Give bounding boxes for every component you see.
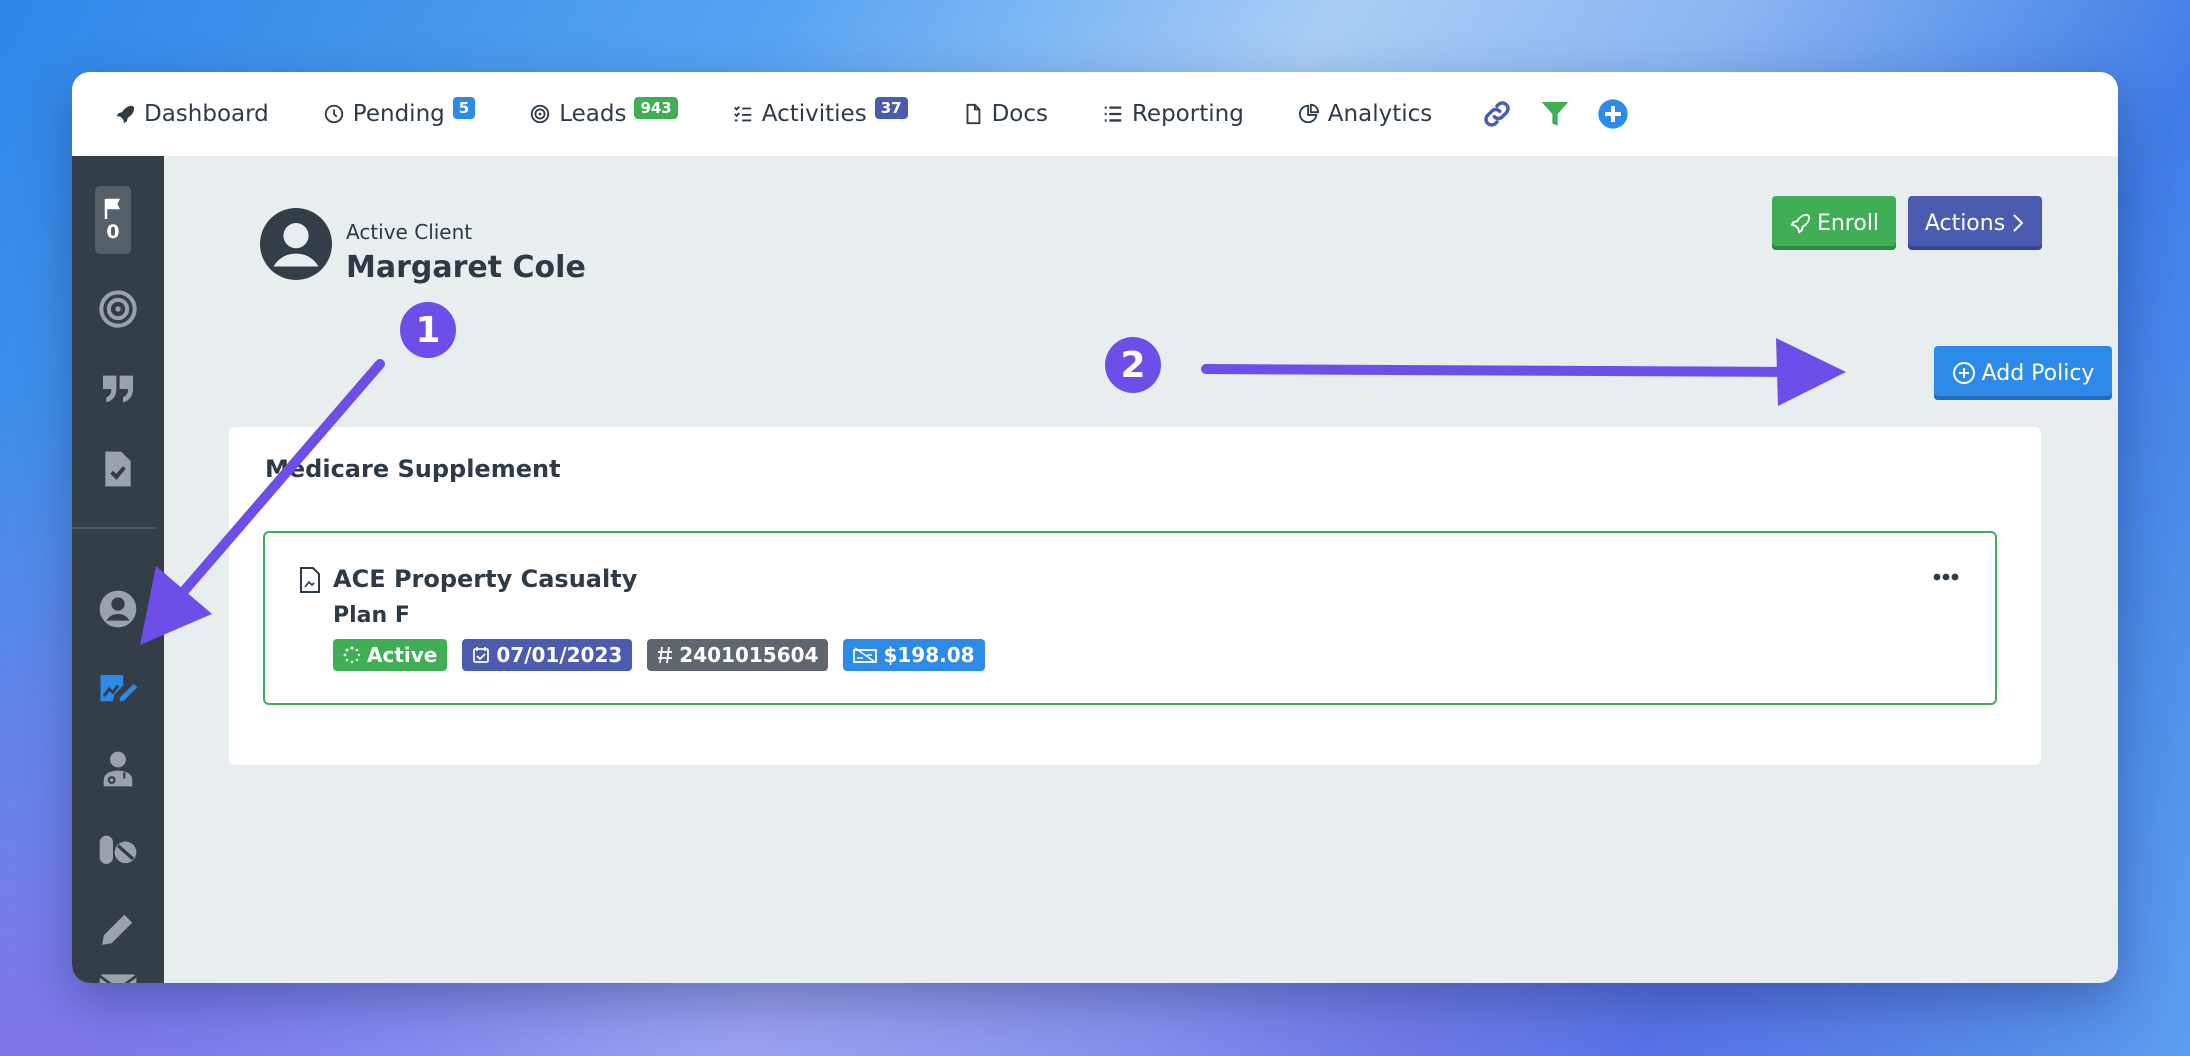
nav-activities[interactable]: Activities 37 xyxy=(732,97,908,127)
user-circle-icon xyxy=(260,208,332,280)
sidebar-item-quotes[interactable] xyxy=(72,359,164,419)
client-name: Margaret Cole xyxy=(346,250,586,285)
client-status-label: Active Client xyxy=(346,220,473,244)
nav-analytics[interactable]: Analytics xyxy=(1298,101,1432,127)
activities-count-badge: 37 xyxy=(874,97,908,119)
sidebar-item-profile[interactable] xyxy=(72,579,164,639)
checklist-icon xyxy=(733,106,751,122)
actions-button[interactable]: Actions xyxy=(1908,196,2042,250)
sidebar-item-documents[interactable] xyxy=(72,439,164,499)
rocket-icon xyxy=(1790,213,1811,234)
effective-date-badge: 07/01/2023 xyxy=(462,639,633,671)
status-text: Active xyxy=(367,643,438,667)
hashtag-icon xyxy=(658,646,673,664)
nav-pending-label: Pending xyxy=(352,101,445,127)
user-circle-icon xyxy=(99,590,137,628)
top-nav: Dashboard Pending 5 Leads 943 Activities… xyxy=(72,72,2118,156)
target-icon xyxy=(99,290,137,328)
sidebar-item-doctors[interactable] xyxy=(72,739,164,799)
target-icon xyxy=(531,104,550,124)
policy-number-badge: 2401015604 xyxy=(647,639,829,671)
document-icon xyxy=(966,103,980,125)
filter-icon[interactable] xyxy=(1538,97,1572,131)
nav-quick-actions xyxy=(1480,97,1654,131)
policy-tags: Active 07/01/2023 2401015604 $198.08 xyxy=(333,639,1000,671)
pencil-icon xyxy=(102,914,133,945)
sidebar-divider xyxy=(72,527,156,529)
sidebar-item-notes[interactable] xyxy=(72,899,164,959)
sidebar-item-medications[interactable] xyxy=(72,819,164,879)
plus-circle-icon xyxy=(1952,362,1975,384)
rocket-icon xyxy=(116,105,135,124)
enroll-button[interactable]: Enroll xyxy=(1772,196,1896,250)
policy-carrier: ACE Property Casualty xyxy=(333,565,638,593)
premium-badge: $198.08 xyxy=(843,639,985,671)
nav-reporting-label: Reporting xyxy=(1131,101,1244,127)
actions-label: Actions xyxy=(1924,210,2006,236)
main-content: Active Client Margaret Cole Enroll Actio… xyxy=(164,156,2118,983)
sidebar-item-policies[interactable] xyxy=(72,659,164,719)
file-check-icon xyxy=(105,451,131,487)
nav-pending[interactable]: Pending 5 xyxy=(323,97,476,127)
policy-plan: Plan F xyxy=(333,603,410,628)
pending-count-badge: 5 xyxy=(452,97,476,119)
step-2-marker: 2 xyxy=(1105,337,1161,393)
add-policy-button[interactable]: Add Policy xyxy=(1934,346,2112,400)
money-check-icon xyxy=(853,647,878,663)
more-horizontal-icon[interactable] xyxy=(1933,573,1959,581)
nav-docs-label: Docs xyxy=(991,101,1048,127)
policy-card[interactable]: ACE Property Casualty Plan F Active 07/0… xyxy=(263,531,1997,705)
pills-icon xyxy=(99,835,137,864)
doctor-icon xyxy=(103,751,133,787)
policy-number: 2401015604 xyxy=(679,643,819,667)
file-image-icon xyxy=(300,567,320,593)
nav-activities-label: Activities xyxy=(761,101,867,127)
nav-reporting[interactable]: Reporting xyxy=(1102,101,1244,127)
sidebar: 0 xyxy=(72,156,164,983)
step-1-marker: 1 xyxy=(400,302,456,358)
app-window: Dashboard Pending 5 Leads 943 Activities… xyxy=(72,72,2118,983)
effective-date: 07/01/2023 xyxy=(496,643,623,667)
sidebar-flag[interactable]: 0 xyxy=(95,186,131,254)
calendar-check-icon xyxy=(473,647,490,663)
policy-section-card: Medicare Supplement ACE Property Casualt… xyxy=(229,427,2041,765)
plus-circle-icon[interactable] xyxy=(1596,97,1630,131)
nav-leads[interactable]: Leads 943 xyxy=(529,97,678,127)
avatar xyxy=(260,208,332,280)
leads-count-badge: 943 xyxy=(634,97,678,119)
add-policy-label: Add Policy xyxy=(1981,360,2095,386)
nav-docs[interactable]: Docs xyxy=(962,101,1048,127)
pie-chart-icon xyxy=(1298,103,1319,124)
enroll-label: Enroll xyxy=(1816,210,1880,236)
clock-icon xyxy=(324,104,343,124)
status-badge: Active xyxy=(333,639,448,671)
section-title: Medicare Supplement xyxy=(265,455,561,483)
sidebar-item-messages[interactable] xyxy=(72,956,164,983)
nav-leads-label: Leads xyxy=(559,101,627,127)
nav-analytics-label: Analytics xyxy=(1327,101,1433,127)
list-icon xyxy=(1104,106,1122,122)
envelope-icon xyxy=(98,974,138,983)
nav-dashboard-label: Dashboard xyxy=(144,101,269,127)
sidebar-item-leads[interactable] xyxy=(72,279,164,339)
flag-count: 0 xyxy=(106,221,120,243)
chevron-right-icon xyxy=(2013,214,2024,232)
quote-icon xyxy=(103,375,133,403)
link-icon[interactable] xyxy=(1480,97,1514,131)
spinner-icon xyxy=(343,646,361,664)
premium-amount: $198.08 xyxy=(883,643,975,667)
nav-dashboard[interactable]: Dashboard xyxy=(114,101,269,127)
flag-icon xyxy=(104,198,121,219)
signature-icon xyxy=(100,675,138,702)
